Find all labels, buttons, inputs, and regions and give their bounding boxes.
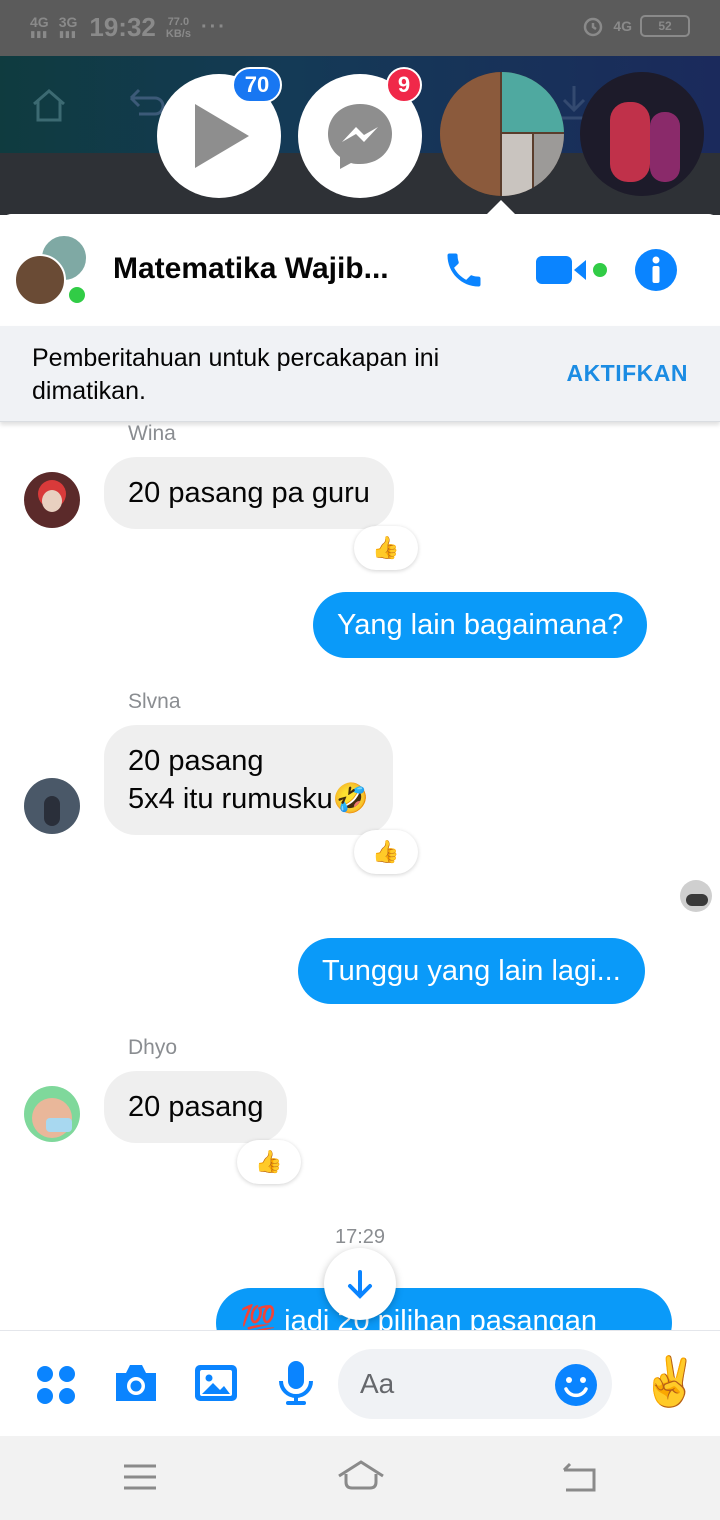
message-bubble-outgoing[interactable]: Yang lain bagaimana? (313, 592, 648, 658)
recent-apps-icon[interactable] (122, 1462, 158, 1492)
group-photo-2 (502, 72, 564, 132)
status-left: 4G ▮▮▮ 3G ▮▮▮ 19:32 77.0 KB/s ··· (30, 12, 227, 43)
phone-call-icon[interactable] (442, 248, 486, 292)
active-head-pointer (487, 200, 515, 214)
reaction-badge[interactable]: 👍 (354, 830, 418, 874)
messenger-unread-badge: 9 (386, 67, 422, 103)
more-actions-icon[interactable] (36, 1365, 76, 1405)
enable-notifications-button[interactable]: AKTIFKAN (566, 360, 688, 387)
message-bubble-outgoing[interactable]: Tunggu yang lain lagi... (298, 938, 645, 1004)
status-bar: 4G ▮▮▮ 3G ▮▮▮ 19:32 77.0 KB/s ··· 4G 52 (0, 0, 720, 56)
person-photo-2 (650, 112, 680, 182)
alarm-icon (584, 17, 603, 37)
scroll-to-bottom-button[interactable] (324, 1248, 396, 1320)
group-avatar[interactable] (14, 234, 92, 312)
message-composer: ✌️ (0, 1330, 720, 1436)
avatar[interactable] (24, 1086, 80, 1142)
chat-head-group[interactable] (440, 72, 564, 196)
emoji-icon[interactable] (554, 1363, 598, 1407)
message-input[interactable] (360, 1367, 540, 1401)
seen-avatar (680, 880, 712, 912)
online-indicator (66, 284, 88, 306)
gallery-icon[interactable] (193, 1361, 239, 1405)
sender-name: Wina (128, 422, 176, 445)
message-line: 5x4 itu rumusku🤣 (128, 783, 369, 815)
person-photo (610, 102, 650, 182)
network-speed: 77.0 KB/s (165, 15, 191, 40)
camera-icon[interactable] (112, 1361, 160, 1405)
message-timestamp: 17:29 (334, 1226, 386, 1248)
status-time: 19:32 (89, 12, 156, 42)
message-bubble-incoming[interactable]: 20 pasang pa guru (104, 457, 394, 529)
message-line: 20 pasang (128, 745, 264, 777)
signal-right-icon: 4G (613, 18, 632, 34)
more-notifications-icon: ··· (200, 16, 227, 38)
mute-notice-banner: Pemberitahuan untuk percakapan ini dimat… (0, 326, 720, 422)
conversation-panel: Matematika Wajib... Pemberitahuan untuk … (0, 214, 720, 1436)
group-photo-4 (534, 134, 564, 196)
status-right: 4G 52 (581, 14, 690, 38)
microphone-icon[interactable] (276, 1359, 316, 1407)
video-call-icon[interactable] (536, 252, 610, 288)
conversation-title[interactable]: Matematika Wajib... (113, 252, 389, 286)
message-bubble-incoming[interactable]: 20 pasang (104, 1071, 288, 1143)
group-avatar-front (14, 254, 66, 306)
screen: 4G ▮▮▮ 3G ▮▮▮ 19:32 77.0 KB/s ··· 4G 52 70 … (0, 0, 720, 1520)
message-input-pill[interactable] (338, 1349, 612, 1419)
system-navigation-bar (0, 1436, 720, 1520)
conversation-header: Matematika Wajib... (0, 214, 720, 326)
avatar[interactable] (24, 472, 80, 528)
home-icon (33, 89, 65, 122)
reaction-badge[interactable]: 👍 (354, 526, 418, 570)
signal-3g-icon: 3G ▮▮▮ (58, 13, 78, 39)
avatar[interactable] (24, 778, 80, 834)
chat-head-person[interactable] (580, 72, 704, 196)
sender-name: Dhyo (128, 1036, 178, 1059)
arrow-down-icon (348, 1270, 372, 1299)
sender-name: Slvna (128, 690, 181, 713)
video-unread-badge: 70 (232, 67, 282, 103)
battery-icon: 52 (640, 15, 690, 37)
info-icon[interactable] (634, 248, 678, 292)
home-button-icon[interactable] (336, 1458, 386, 1494)
reaction-badge[interactable]: 👍 (237, 1140, 301, 1184)
group-photo-1 (440, 72, 500, 196)
message-bubble-incoming[interactable]: 20 pasang 5x4 itu rumusku🤣 (104, 725, 393, 835)
back-button-icon[interactable] (560, 1462, 598, 1494)
quick-reaction-button[interactable]: ✌️ (640, 1353, 700, 1413)
signal-4g-icon: 4G ▮▮▮ (30, 13, 49, 39)
mute-notice-text: Pemberitahuan untuk percakapan ini dimat… (32, 344, 440, 405)
group-photo-3 (502, 134, 532, 196)
